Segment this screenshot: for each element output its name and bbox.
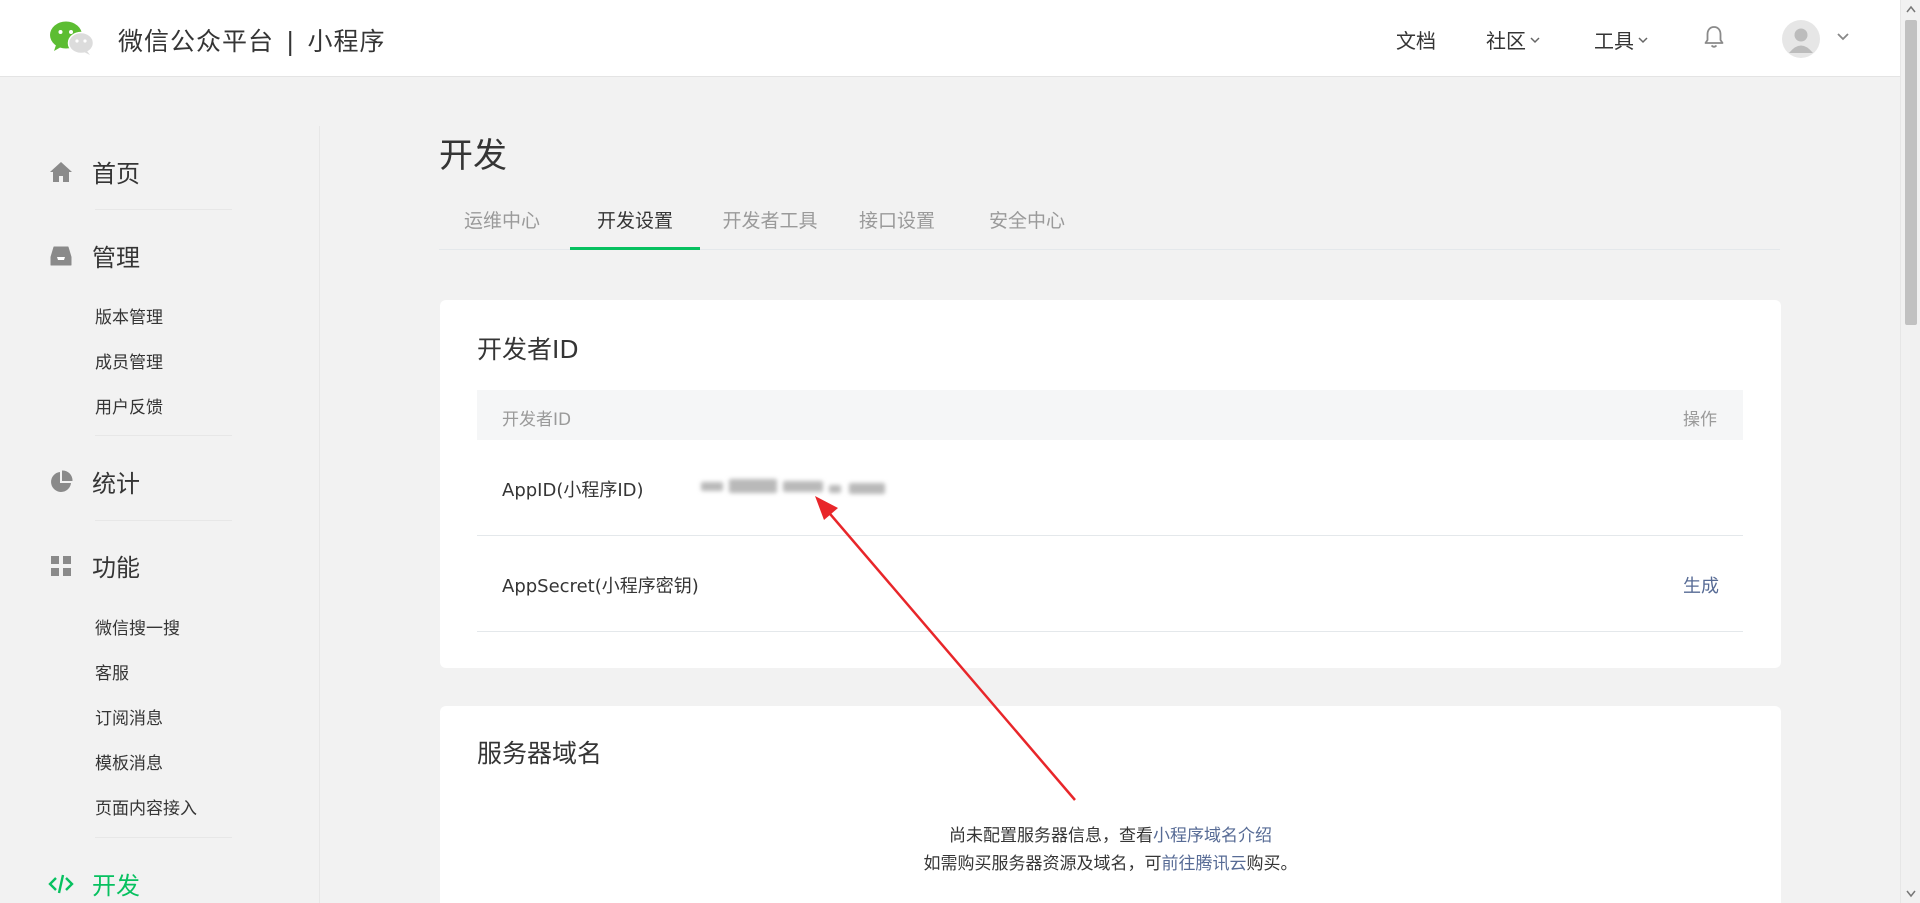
developer-id-title: 开发者ID	[477, 335, 579, 364]
hint-line2-text: 如需购买服务器资源及域名，可	[923, 854, 1162, 874]
page-title: 开发	[439, 136, 507, 176]
appsecret-label: AppSecret(小程序密钥)	[502, 576, 699, 597]
sidebar-item-version-manage[interactable]: 版本管理	[95, 303, 163, 328]
table-row-appsecret: AppSecret(小程序密钥) 生成	[477, 536, 1743, 632]
sidebar-divider	[95, 435, 232, 436]
sidebar-item-customer-service[interactable]: 客服	[95, 659, 129, 684]
brand-name: 微信公众平台	[118, 27, 275, 56]
sidebar-item-page-content[interactable]: 页面内容接入	[95, 794, 197, 819]
tab-ops-center[interactable]: 运维中心	[439, 205, 565, 250]
server-domain-card: 服务器域名 尚未配置服务器信息，查看小程序域名介绍 如需购买服务器资源及域名，可…	[440, 706, 1781, 903]
sidebar-item-develop[interactable]: 开发	[48, 866, 140, 901]
developer-id-table-header: 开发者ID 操作	[477, 390, 1743, 440]
scroll-down-arrow-icon[interactable]	[1906, 890, 1916, 898]
product-name: 小程序	[307, 27, 386, 56]
sidebar-item-member-manage[interactable]: 成员管理	[95, 348, 163, 373]
nav-docs-link[interactable]: 文档	[1396, 25, 1436, 54]
nav-tools-menu[interactable]: 工具	[1594, 25, 1650, 54]
appid-value-redacted	[699, 476, 889, 498]
wechat-logo-icon[interactable]	[48, 20, 96, 56]
avatar-icon	[1789, 28, 1813, 53]
sidebar-item-manage[interactable]: 管理	[48, 238, 140, 273]
page-scrollbar[interactable]	[1900, 0, 1920, 903]
sidebar-develop-label: 开发	[92, 872, 140, 900]
sidebar-manage-label: 管理	[92, 244, 140, 272]
server-domain-title: 服务器域名	[477, 739, 603, 768]
tencent-cloud-link[interactable]: 前往腾讯云	[1162, 854, 1247, 874]
title-separator: |	[286, 27, 296, 56]
sidebar: 首页 管理 版本管理 成员管理 用户反馈 统计 功能 微信搜一搜 客服 订阅消息…	[0, 126, 320, 903]
nav-tools-label: 工具	[1594, 29, 1634, 53]
scrollbar-thumb[interactable]	[1905, 20, 1917, 325]
server-domain-hint-line2: 如需购买服务器资源及域名，可前往腾讯云购买。	[440, 850, 1781, 878]
scroll-up-arrow-icon[interactable]	[1906, 5, 1916, 13]
column-developer-id: 开发者ID	[502, 410, 572, 430]
nav-community-menu[interactable]: 社区	[1486, 25, 1542, 54]
appid-label: AppID(小程序ID)	[502, 480, 644, 501]
sidebar-item-features[interactable]: 功能	[48, 548, 140, 583]
sidebar-item-stats[interactable]: 统计	[48, 464, 140, 499]
sidebar-item-template-message[interactable]: 模板消息	[95, 749, 163, 774]
server-domain-empty-text: 尚未配置服务器信息，查看小程序域名介绍 如需购买服务器资源及域名，可前往腾讯云购…	[440, 822, 1781, 878]
grid-icon	[51, 555, 71, 576]
chevron-down-icon	[1530, 36, 1540, 43]
platform-title[interactable]: 微信公众平台 | 小程序	[118, 22, 385, 58]
sidebar-item-wechat-search[interactable]: 微信搜一搜	[95, 614, 180, 639]
tab-security-center[interactable]: 安全中心	[967, 205, 1087, 250]
bell-icon[interactable]	[1702, 24, 1726, 50]
pie-chart-icon	[51, 469, 73, 492]
table-row-appid: AppID(小程序ID)	[477, 440, 1743, 536]
domain-intro-link[interactable]: 小程序域名介绍	[1153, 826, 1272, 846]
avatar[interactable]	[1782, 20, 1820, 58]
chevron-down-icon[interactable]	[1834, 30, 1852, 44]
server-domain-hint-line1: 尚未配置服务器信息，查看小程序域名介绍	[440, 822, 1781, 850]
hint-line1-text: 尚未配置服务器信息，查看	[949, 826, 1153, 846]
sidebar-home-label: 首页	[92, 160, 140, 188]
tab-dev-settings[interactable]: 开发设置	[570, 205, 700, 250]
inbox-icon	[50, 246, 72, 265]
sidebar-divider	[95, 837, 232, 838]
sidebar-item-home[interactable]: 首页	[48, 154, 140, 189]
sidebar-features-label: 功能	[92, 554, 140, 582]
hint-line2-suffix: 购买。	[1246, 854, 1298, 874]
code-icon	[48, 874, 74, 893]
sidebar-stats-label: 统计	[92, 470, 140, 498]
sidebar-divider	[95, 209, 232, 210]
developer-id-card: 开发者ID 开发者ID 操作 AppID(小程序ID) AppSecret(小程…	[440, 300, 1781, 668]
tab-api-settings[interactable]: 接口设置	[837, 205, 957, 250]
tab-bar: 运维中心 开发设置 开发者工具 接口设置 安全中心	[439, 205, 1780, 250]
sidebar-item-user-feedback[interactable]: 用户反馈	[95, 393, 163, 418]
sidebar-divider	[95, 520, 232, 521]
sidebar-item-subscription-message[interactable]: 订阅消息	[95, 704, 163, 729]
top-bar: 微信公众平台 | 小程序 文档 社区 工具	[0, 0, 1900, 77]
home-icon	[50, 161, 72, 182]
nav-community-label: 社区	[1486, 29, 1526, 53]
tab-dev-tools[interactable]: 开发者工具	[705, 205, 835, 250]
generate-secret-link[interactable]: 生成	[1683, 572, 1743, 598]
chevron-down-icon	[1638, 36, 1648, 43]
column-action: 操作	[1683, 410, 1717, 430]
nav-docs-label: 文档	[1396, 29, 1436, 53]
